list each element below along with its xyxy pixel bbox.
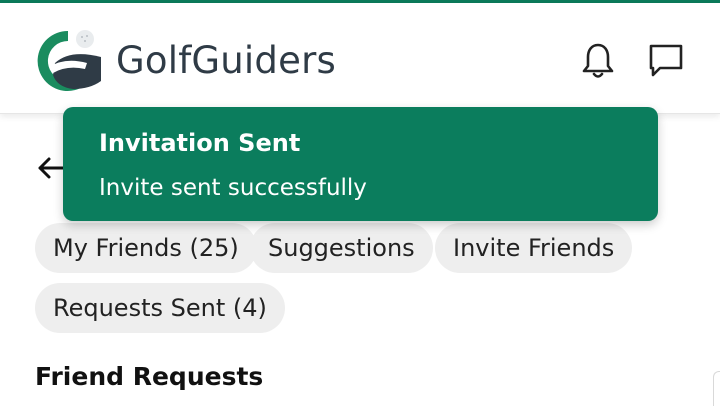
brand-name: GolfGuiders [116, 39, 336, 82]
messages-button[interactable] [648, 41, 684, 81]
invitation-toast[interactable]: Invitation Sent Invite sent successfully [63, 107, 658, 221]
app-header: GolfGuiders [0, 3, 720, 114]
friend-requests-heading: Friend Requests [35, 362, 264, 391]
chat-icon [649, 44, 683, 77]
tab-invite-friends[interactable]: Invite Friends [435, 223, 633, 273]
golfguiders-logo-icon[interactable] [35, 27, 105, 93]
tab-suggestions[interactable]: Suggestions [250, 223, 433, 273]
toast-title: Invitation Sent [99, 129, 301, 157]
notifications-button[interactable] [580, 41, 616, 81]
tab-requests-sent[interactable]: Requests Sent (4) [35, 283, 285, 333]
tab-my-friends[interactable]: My Friends (25) [35, 223, 257, 273]
scroll-edge [713, 371, 720, 406]
toast-message: Invite sent successfully [99, 175, 367, 201]
bell-icon [582, 43, 614, 78]
friends-screen: GolfGuiders My Friends (25) Suggestions … [0, 0, 720, 406]
